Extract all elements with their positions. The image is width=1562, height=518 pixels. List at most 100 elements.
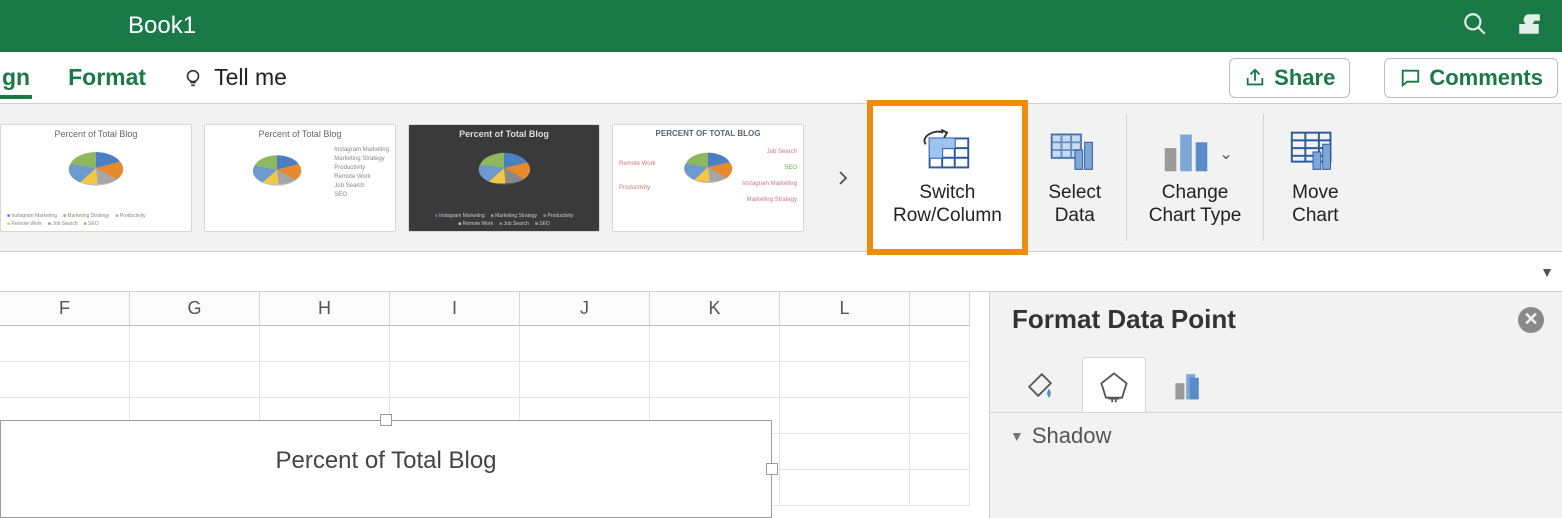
cell[interactable]: [910, 398, 970, 434]
share-label: Share: [1274, 65, 1335, 91]
search-icon[interactable]: [1462, 11, 1488, 42]
grid-row[interactable]: [0, 326, 989, 362]
cell[interactable]: [910, 326, 970, 362]
format-data-point-pane: Format Data Point ✕: [989, 292, 1562, 518]
ribbon-tabs: gn Format Tell me Share Comments: [0, 52, 1562, 104]
tab-format[interactable]: Format: [66, 56, 148, 99]
callout-label: Remote Work: [619, 161, 656, 167]
pane-tab-series[interactable]: [1156, 357, 1220, 413]
share-button[interactable]: Share: [1229, 58, 1350, 98]
cell[interactable]: [390, 362, 520, 398]
grid-row[interactable]: [0, 362, 989, 398]
column-header[interactable]: K: [650, 292, 780, 326]
switch-row-column-label: Switch Row/Column: [893, 182, 1002, 228]
chart-styles-gallery: Percent of Total Blog Instagram Marketin…: [0, 104, 870, 251]
cell[interactable]: [780, 398, 910, 434]
column-header[interactable]: [910, 292, 970, 326]
formula-expand-icon[interactable]: ▼: [1540, 264, 1554, 280]
column-header[interactable]: J: [520, 292, 650, 326]
embedded-chart[interactable]: Percent of Total Blog: [0, 420, 772, 518]
column-header[interactable]: G: [130, 292, 260, 326]
share-icon: [1244, 67, 1266, 89]
switch-row-column-button[interactable]: Switch Row/Column: [871, 104, 1024, 251]
column-header[interactable]: F: [0, 292, 130, 326]
cell[interactable]: [130, 362, 260, 398]
cell[interactable]: [0, 326, 130, 362]
pane-tab-fill[interactable]: [1008, 357, 1072, 413]
cell[interactable]: [520, 362, 650, 398]
cell[interactable]: [780, 434, 910, 470]
cell[interactable]: [260, 362, 390, 398]
paint-bucket-icon: [1022, 367, 1058, 403]
column-header[interactable]: H: [260, 292, 390, 326]
document-title: Book1: [128, 12, 196, 40]
change-chart-type-icon: [1157, 126, 1215, 176]
pie-icon: [464, 141, 544, 195]
column-header[interactable]: I: [390, 292, 520, 326]
pie-icon: [237, 141, 317, 195]
title-bar: Book1: [0, 0, 1562, 52]
cell[interactable]: [650, 362, 780, 398]
move-chart-icon: [1286, 126, 1344, 176]
comment-icon: [1399, 67, 1421, 89]
thumb-title: Percent of Total Blog: [55, 129, 138, 139]
move-chart-label: Move Chart: [1292, 182, 1338, 228]
change-chart-type-button[interactable]: ⌄ Change Chart Type: [1127, 104, 1264, 251]
thumb-title: Percent of Total Blog: [459, 129, 549, 139]
comments-button[interactable]: Comments: [1384, 58, 1558, 98]
cell[interactable]: [260, 326, 390, 362]
spreadsheet-grid[interactable]: F G H I J K L: [0, 292, 989, 518]
chevron-down-icon: ⌄: [1219, 144, 1232, 164]
account-icon[interactable]: [1516, 11, 1542, 42]
series-options-icon: [1170, 367, 1206, 403]
ribbon-toolbar: Percent of Total Blog Instagram Marketin…: [0, 104, 1562, 252]
pie-icon: [56, 141, 136, 195]
close-pane-button[interactable]: ✕: [1518, 307, 1544, 333]
callout-label: Job Search: [767, 149, 797, 155]
column-header[interactable]: L: [780, 292, 910, 326]
callout-label: SEO: [784, 165, 797, 171]
select-data-label: Select Data: [1048, 182, 1101, 228]
cell[interactable]: [0, 362, 130, 398]
cell[interactable]: [390, 326, 520, 362]
switch-row-column-icon: [918, 126, 976, 176]
pane-tab-effects[interactable]: [1082, 357, 1146, 413]
chart-styles-more-button[interactable]: [828, 163, 858, 193]
chart-style-thumb-2[interactable]: Percent of Total Blog Instagram Marketin…: [204, 124, 396, 232]
select-data-button[interactable]: Select Data: [1024, 104, 1126, 251]
chart-style-thumb-3[interactable]: Percent of Total Blog Instagram Marketin…: [408, 124, 600, 232]
comments-label: Comments: [1429, 65, 1543, 91]
thumb-legend-side: Instagram Marketing Marketing Strategy P…: [334, 147, 389, 198]
callout-label: Productivity: [619, 185, 650, 191]
resize-handle-right[interactable]: [766, 463, 778, 475]
cell[interactable]: [650, 326, 780, 362]
cell[interactable]: [520, 326, 650, 362]
thumb-legend: Instagram Marketing Marketing Strategy P…: [7, 213, 185, 227]
effects-icon: [1096, 368, 1132, 404]
cell[interactable]: [780, 326, 910, 362]
formula-bar[interactable]: ▼: [0, 252, 1562, 292]
cell[interactable]: [910, 362, 970, 398]
tab-design[interactable]: gn: [0, 56, 32, 99]
chart-style-thumb-1[interactable]: Percent of Total Blog Instagram Marketin…: [0, 124, 192, 232]
disclosure-triangle-icon: ▼: [1010, 428, 1024, 444]
move-chart-button[interactable]: Move Chart: [1264, 104, 1366, 251]
lightbulb-icon: [182, 67, 204, 89]
callout-label: Instagram Marketing: [742, 181, 797, 187]
cell[interactable]: [780, 362, 910, 398]
chart-title[interactable]: Percent of Total Blog: [1, 447, 771, 475]
callout-label: Marketing Strategy: [747, 197, 797, 203]
cell[interactable]: [910, 434, 970, 470]
pane-tabs: [990, 347, 1562, 413]
column-headers: F G H I J K L: [0, 292, 989, 326]
cell[interactable]: [780, 470, 910, 506]
cell[interactable]: [130, 326, 260, 362]
chart-style-thumb-4[interactable]: PERCENT OF TOTAL BLOG Remote Work Produc…: [612, 124, 804, 232]
resize-handle-top[interactable]: [380, 414, 392, 426]
pane-section-shadow[interactable]: ▼ Shadow: [990, 412, 1562, 459]
tell-me[interactable]: Tell me: [182, 64, 287, 91]
pie-icon: [668, 140, 748, 194]
change-chart-type-label: Change Chart Type: [1149, 182, 1242, 228]
cell[interactable]: [910, 470, 970, 506]
main-area: F G H I J K L: [0, 292, 1562, 518]
